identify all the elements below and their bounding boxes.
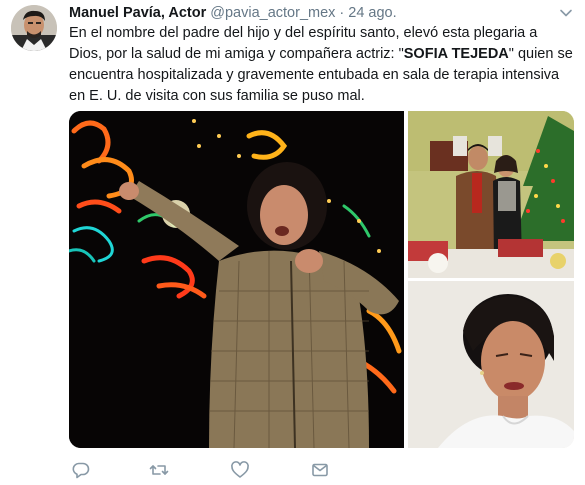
tweet-text-highlight: SOFIA TEJEDA xyxy=(403,46,509,62)
reply-icon[interactable] xyxy=(71,460,91,480)
separator-dot: · xyxy=(339,5,345,21)
media-grid xyxy=(69,111,574,448)
tweet-actions xyxy=(69,460,369,480)
photo-couple-christmas-tree[interactable] xyxy=(408,111,574,278)
author-handle[interactable]: @pavia_actor_mex xyxy=(210,5,335,21)
chevron-down-icon[interactable] xyxy=(559,6,573,20)
author-name[interactable]: Manuel Pavía, Actor xyxy=(69,5,206,21)
envelope-icon[interactable] xyxy=(310,460,330,480)
photo-portrait[interactable] xyxy=(408,281,574,448)
avatar[interactable] xyxy=(11,5,57,51)
avatar-image xyxy=(11,5,57,51)
tweet-text: En el nombre del padre del hijo y del es… xyxy=(69,23,574,107)
tweet-header: Manuel Pavía, Actor @pavia_actor_mex · 24 a… xyxy=(69,3,397,23)
tweet: Manuel Pavía, Actor @pavia_actor_mex · 24 a… xyxy=(0,0,585,484)
retweet-icon[interactable] xyxy=(149,460,169,480)
photo-christmas-lights[interactable] xyxy=(69,111,404,448)
timestamp[interactable]: 24 ago. xyxy=(348,5,396,21)
heart-icon[interactable] xyxy=(230,460,250,480)
